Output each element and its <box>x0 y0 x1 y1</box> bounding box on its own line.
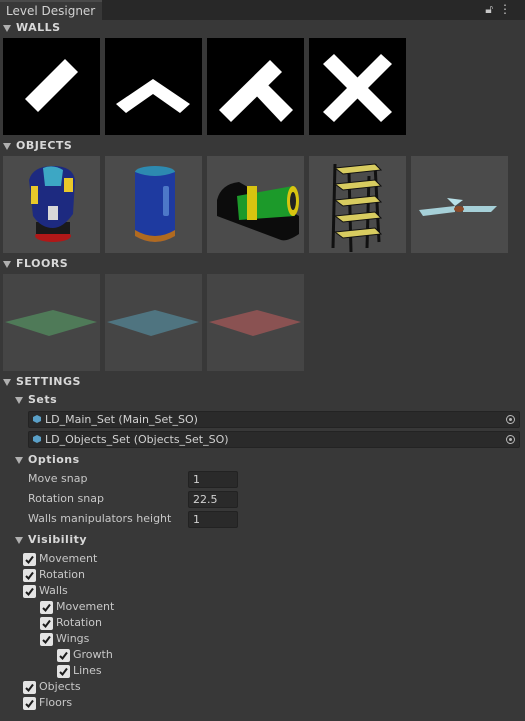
canister-object-thumbnail[interactable] <box>105 156 202 253</box>
tab-icons: 🔓︎⋮ <box>485 2 517 17</box>
tab-level-designer[interactable]: Level Designer <box>0 0 102 20</box>
visibility-label: Movement <box>56 600 115 613</box>
checkmark-icon <box>42 619 51 629</box>
visibility-label: Rotation <box>56 616 103 629</box>
checkmark-icon <box>59 651 68 661</box>
objects-foldout[interactable]: OBJECTS <box>0 138 525 156</box>
walls-height-label: Walls manipulators height <box>28 512 172 525</box>
visibility-checkbox[interactable] <box>23 697 36 710</box>
shelf-object-thumbnail[interactable] <box>309 156 406 253</box>
checkmark-icon <box>25 683 34 693</box>
move-snap-input[interactable]: 1 <box>188 471 238 488</box>
foldout-arrow-icon <box>15 537 23 544</box>
visibility-checkbox[interactable] <box>57 665 70 678</box>
visibility-checkbox[interactable] <box>23 553 36 566</box>
objects-set-value: LD_Objects_Set (Objects_Set_SO) <box>45 433 229 446</box>
checkmark-icon <box>25 699 34 709</box>
visibility-label: Walls <box>39 584 68 597</box>
machine-object-thumbnail[interactable] <box>207 156 304 253</box>
settings-foldout[interactable]: SETTINGS <box>0 374 525 392</box>
robot-object-thumbnail[interactable] <box>3 156 100 253</box>
visibility-checkbox[interactable] <box>23 681 36 694</box>
visibility-label: Wings <box>56 632 90 645</box>
objects-set-object-field[interactable]: LD_Objects_Set (Objects_Set_SO) <box>28 431 520 448</box>
blue-floor-thumbnail[interactable] <box>105 274 202 371</box>
ceiling-fan-object-thumbnail[interactable] <box>411 156 508 253</box>
main-set-value: LD_Main_Set (Main_Set_SO) <box>45 413 198 426</box>
checkmark-icon <box>25 555 34 565</box>
objects-title: OBJECTS <box>16 139 73 152</box>
visibility-label: Rotation <box>39 568 86 581</box>
object-picker-icon[interactable] <box>506 415 515 424</box>
options-foldout[interactable]: Options <box>0 452 525 470</box>
visibility-label: Growth <box>73 648 113 661</box>
red-floor-thumbnail[interactable] <box>207 274 304 371</box>
sets-foldout[interactable]: Sets <box>0 392 525 410</box>
checkmark-icon <box>25 571 34 581</box>
visibility-title: Visibility <box>28 533 88 546</box>
wall-corner-thumbnail[interactable] <box>105 38 202 135</box>
foldout-arrow-icon <box>3 379 11 386</box>
foldout-arrow-icon <box>3 25 11 32</box>
foldout-arrow-icon <box>3 261 11 268</box>
visibility-label: Lines <box>73 664 102 677</box>
wall-cross-thumbnail[interactable] <box>309 38 406 135</box>
checkmark-icon <box>25 587 34 597</box>
foldout-arrow-icon <box>15 457 23 464</box>
visibility-checkbox[interactable] <box>57 649 70 662</box>
tab-title: Level Designer <box>6 4 96 18</box>
checkmark-icon <box>42 603 51 613</box>
visibility-label: Floors <box>39 696 73 709</box>
foldout-arrow-icon <box>15 397 23 404</box>
rotation-snap-label: Rotation snap <box>28 492 104 505</box>
floors-title: FLOORS <box>16 257 69 270</box>
rotation-snap-input[interactable]: 22.5 <box>188 491 238 508</box>
settings-title: SETTINGS <box>16 375 81 388</box>
floors-foldout[interactable]: FLOORS <box>0 256 525 274</box>
walls-height-input[interactable]: 1 <box>188 511 238 528</box>
move-snap-label: Move snap <box>28 472 88 485</box>
lock-icon[interactable]: 🔓︎ <box>485 2 499 16</box>
object-picker-icon[interactable] <box>506 435 515 444</box>
wall-t-junction-thumbnail[interactable] <box>207 38 304 135</box>
window-tab-bar: Level Designer 🔓︎⋮ <box>0 0 525 20</box>
visibility-checkbox[interactable] <box>40 601 53 614</box>
visibility-foldout[interactable]: Visibility <box>0 532 525 550</box>
kebab-menu-icon[interactable]: ⋮ <box>499 2 517 16</box>
sets-title: Sets <box>28 393 58 406</box>
visibility-label: Movement <box>39 552 98 565</box>
walls-foldout[interactable]: WALLS <box>0 20 525 38</box>
options-title: Options <box>28 453 80 466</box>
scriptable-object-icon <box>33 415 41 423</box>
walls-title: WALLS <box>16 21 61 34</box>
green-floor-thumbnail[interactable] <box>3 274 100 371</box>
scriptable-object-icon <box>33 435 41 443</box>
wall-straight-thumbnail[interactable] <box>3 38 100 135</box>
visibility-checkbox[interactable] <box>23 569 36 582</box>
checkmark-icon <box>59 667 68 677</box>
visibility-label: Objects <box>39 680 81 693</box>
main-set-object-field[interactable]: LD_Main_Set (Main_Set_SO) <box>28 411 520 428</box>
visibility-checkbox[interactable] <box>40 633 53 646</box>
checkmark-icon <box>42 635 51 645</box>
visibility-checkbox[interactable] <box>40 617 53 630</box>
foldout-arrow-icon <box>3 143 11 150</box>
visibility-checkbox[interactable] <box>23 585 36 598</box>
